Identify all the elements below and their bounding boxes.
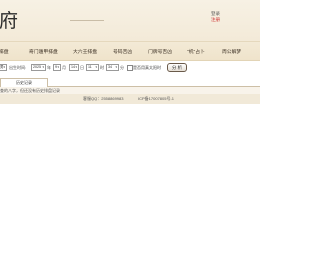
day-select[interactable]: 14 ▾ [69, 64, 79, 71]
nav-item-liuren[interactable]: 大六壬排盘 [73, 48, 97, 55]
register-link[interactable]: 注册 [211, 17, 220, 23]
minute-select[interactable]: 34 ▾ [106, 64, 119, 71]
solar-time-label: 是否用真太阳时 [133, 65, 161, 70]
footer-contact: 客服QQ：2558869983 [83, 96, 124, 101]
minute-unit: 分 [120, 65, 124, 70]
site-logo[interactable]: 府 [0, 6, 19, 33]
chevron-down-icon: ▾ [115, 65, 117, 69]
bazi-form: 男 ▾ 出生时间: 2025 ▾ 年 9 ▾ 月 14 ▾ 日 11 ▾ 时 34 ▾ 分 … [0, 63, 260, 75]
nav-item-number-luck[interactable]: 号码吉凶 [113, 48, 132, 55]
chevron-down-icon: ▾ [57, 65, 59, 69]
site-header: 府 登录 注册 [0, 0, 260, 41]
month-select[interactable]: 9 ▾ [53, 64, 61, 71]
footer-icp[interactable]: ICP备17007805号-1 [138, 96, 174, 102]
hour-unit: 时 [100, 65, 104, 70]
nav-item-qimen[interactable]: 奇门遁甲排盘 [29, 48, 58, 55]
nav-item-paipan[interactable]: 排盘 [0, 48, 9, 55]
year-unit: 年 [47, 65, 51, 70]
nav-item-dream[interactable]: 周公解梦 [222, 48, 241, 55]
birth-time-label: 出生时间: [9, 65, 27, 70]
main-nav: 排盘 奇门遁甲排盘 大六壬排盘 号码吉凶 门牌号吉凶 "机"占卜 周公解梦 [0, 41, 260, 61]
header-decoration-line [70, 20, 104, 21]
nav-item-divination[interactable]: "机"占卜 [187, 48, 205, 55]
site-footer: 客服QQ：2558869983 ICP备17007805号-1 [0, 94, 260, 104]
chevron-down-icon: ▾ [3, 65, 5, 69]
chevron-down-icon: ▾ [95, 65, 97, 69]
analyze-button[interactable]: 分 析 [167, 63, 187, 72]
nav-item-door-number[interactable]: 门牌号吉凶 [148, 48, 172, 55]
hour-select[interactable]: 11 ▾ [86, 64, 99, 71]
gender-select[interactable]: 男 ▾ [0, 64, 7, 71]
month-unit: 月 [62, 65, 66, 70]
tab-history[interactable]: 历史记录 [0, 78, 48, 87]
chevron-down-icon: ▾ [75, 65, 77, 69]
year-select[interactable]: 2025 ▾ [31, 64, 46, 71]
day-unit: 日 [80, 65, 84, 70]
chevron-down-icon: ▾ [42, 65, 44, 69]
